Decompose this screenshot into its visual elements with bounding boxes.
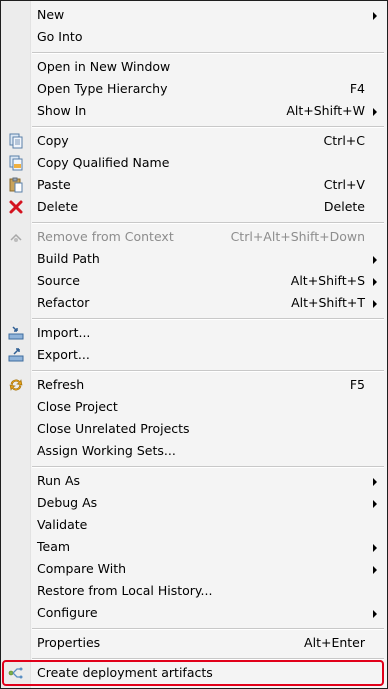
menu-item-refactor[interactable]: Refactor Alt+Shift+T: [1, 292, 387, 314]
menu-item-copy[interactable]: Copy Ctrl+C: [1, 130, 387, 152]
menu-item-refresh[interactable]: Refresh F5: [1, 374, 387, 396]
refresh-icon: [9, 379, 23, 391]
menu-item-label: New: [37, 7, 65, 22]
menu-item-label: Build Path: [37, 251, 100, 266]
menu-item-shortcut: Alt+Enter: [304, 635, 365, 650]
menu-item-label: Remove from Context: [37, 229, 174, 244]
menu-item-label: Refresh: [37, 377, 85, 392]
menu-item-label: Close Project: [37, 399, 118, 414]
menu-item-import[interactable]: Import...: [1, 322, 387, 344]
menu-item-copy-qualified-name[interactable]: Copy Qualified Name: [1, 152, 387, 174]
menu-item-label: Team: [37, 539, 71, 554]
submenu-arrow-icon: [373, 478, 377, 486]
menu-item-run-as[interactable]: Run As: [1, 470, 387, 492]
copy-icon: [9, 133, 23, 149]
menu-item-label: Run As: [37, 473, 81, 488]
menu-item-label: Go Into: [37, 29, 83, 44]
submenu-arrow-icon: [373, 12, 377, 20]
menu-item-label: Configure: [37, 605, 98, 620]
menu-item-open-type-hierarchy[interactable]: Open Type Hierarchy F4: [1, 78, 387, 100]
menu-item-shortcut: Alt+Shift+T: [291, 295, 365, 310]
menu-item-restore-from-local-history[interactable]: Restore from Local History...: [1, 580, 387, 602]
menu-separator: [32, 466, 384, 468]
menu-item-compare-with[interactable]: Compare With: [1, 558, 387, 580]
menu-item-label: Delete: [37, 199, 79, 214]
remove-from-context-icon: [10, 233, 22, 242]
menu-item-shortcut: Ctrl+Alt+Shift+Down: [230, 229, 365, 244]
menu-separator: [32, 318, 384, 320]
submenu-arrow-icon: [373, 278, 377, 286]
menu-item-shortcut: Ctrl+V: [323, 177, 365, 192]
menu-item-team[interactable]: Team: [1, 536, 387, 558]
submenu-arrow-icon: [373, 500, 377, 508]
menu-separator: [32, 628, 384, 630]
menu-item-delete[interactable]: Delete Delete: [1, 196, 387, 218]
copy-qualified-name-icon: [9, 155, 23, 171]
menu-item-label: Restore from Local History...: [37, 583, 213, 598]
menu-separator: [32, 222, 384, 224]
menu-item-open-in-new-window[interactable]: Open in New Window: [1, 56, 387, 78]
menu-item-close-project[interactable]: Close Project: [1, 396, 387, 418]
context-menu: New Go Into Open in New Window Open Type…: [0, 0, 388, 689]
menu-item-label: Refactor: [37, 295, 90, 310]
menu-item-export[interactable]: Export...: [1, 344, 387, 366]
menu-item-close-unrelated-projects[interactable]: Close Unrelated Projects: [1, 418, 387, 440]
menu-item-label: Compare With: [37, 561, 127, 576]
delete-icon: [9, 200, 23, 214]
menu-item-shortcut: F5: [349, 377, 365, 392]
menu-item-label: Show In: [37, 103, 87, 118]
menu-item-go-into[interactable]: Go Into: [1, 26, 387, 48]
menu-item-remove-from-context: Remove from Context Ctrl+Alt+Shift+Down: [1, 226, 387, 248]
menu-item-label: Paste: [37, 177, 71, 192]
menu-item-assign-working-sets[interactable]: Assign Working Sets...: [1, 440, 387, 462]
menu-item-label: Export...: [37, 347, 90, 362]
menu-item-paste[interactable]: Paste Ctrl+V: [1, 174, 387, 196]
menu-item-label: Copy: [37, 133, 69, 148]
menu-item-label: Validate: [37, 517, 88, 532]
highlight-box: [2, 660, 384, 686]
menu-item-label: Copy Qualified Name: [37, 155, 170, 170]
menu-item-source[interactable]: Source Alt+Shift+S: [1, 270, 387, 292]
submenu-arrow-icon: [373, 544, 377, 552]
submenu-arrow-icon: [373, 108, 377, 116]
menu-item-label: Properties: [37, 635, 101, 650]
menu-item-shortcut: Alt+Shift+W: [286, 103, 365, 118]
menu-item-label: Assign Working Sets...: [37, 443, 176, 458]
menu-item-shortcut: F4: [349, 81, 365, 96]
menu-item-label: Open Type Hierarchy: [37, 81, 168, 96]
menu-item-configure[interactable]: Configure: [1, 602, 387, 624]
menu-item-shortcut: Ctrl+C: [323, 133, 365, 148]
menu-item-build-path[interactable]: Build Path: [1, 248, 387, 270]
menu-item-label: Import...: [37, 325, 91, 340]
menu-item-show-in[interactable]: Show In Alt+Shift+W: [1, 100, 387, 122]
menu-item-debug-as[interactable]: Debug As: [1, 492, 387, 514]
menu-item-label: Open in New Window: [37, 59, 171, 74]
menu-item-label: Source: [37, 273, 80, 288]
submenu-arrow-icon: [373, 256, 377, 264]
menu-item-properties[interactable]: Properties Alt+Enter: [1, 632, 387, 654]
submenu-arrow-icon: [373, 610, 377, 618]
menu-item-new[interactable]: New: [1, 4, 387, 26]
paste-icon: [9, 177, 23, 193]
submenu-arrow-icon: [373, 300, 377, 308]
menu-separator: [32, 52, 384, 54]
menu-item-validate[interactable]: Validate: [1, 514, 387, 536]
import-icon: [8, 326, 24, 340]
menu-item-label: Close Unrelated Projects: [37, 421, 190, 436]
submenu-arrow-icon: [373, 566, 377, 574]
export-icon: [8, 348, 24, 362]
menu-separator: [32, 370, 384, 372]
menu-item-shortcut: Alt+Shift+S: [290, 273, 365, 288]
menu-item-shortcut: Delete: [323, 199, 365, 214]
menu-item-label: Debug As: [37, 495, 98, 510]
menu-separator: [32, 126, 384, 128]
